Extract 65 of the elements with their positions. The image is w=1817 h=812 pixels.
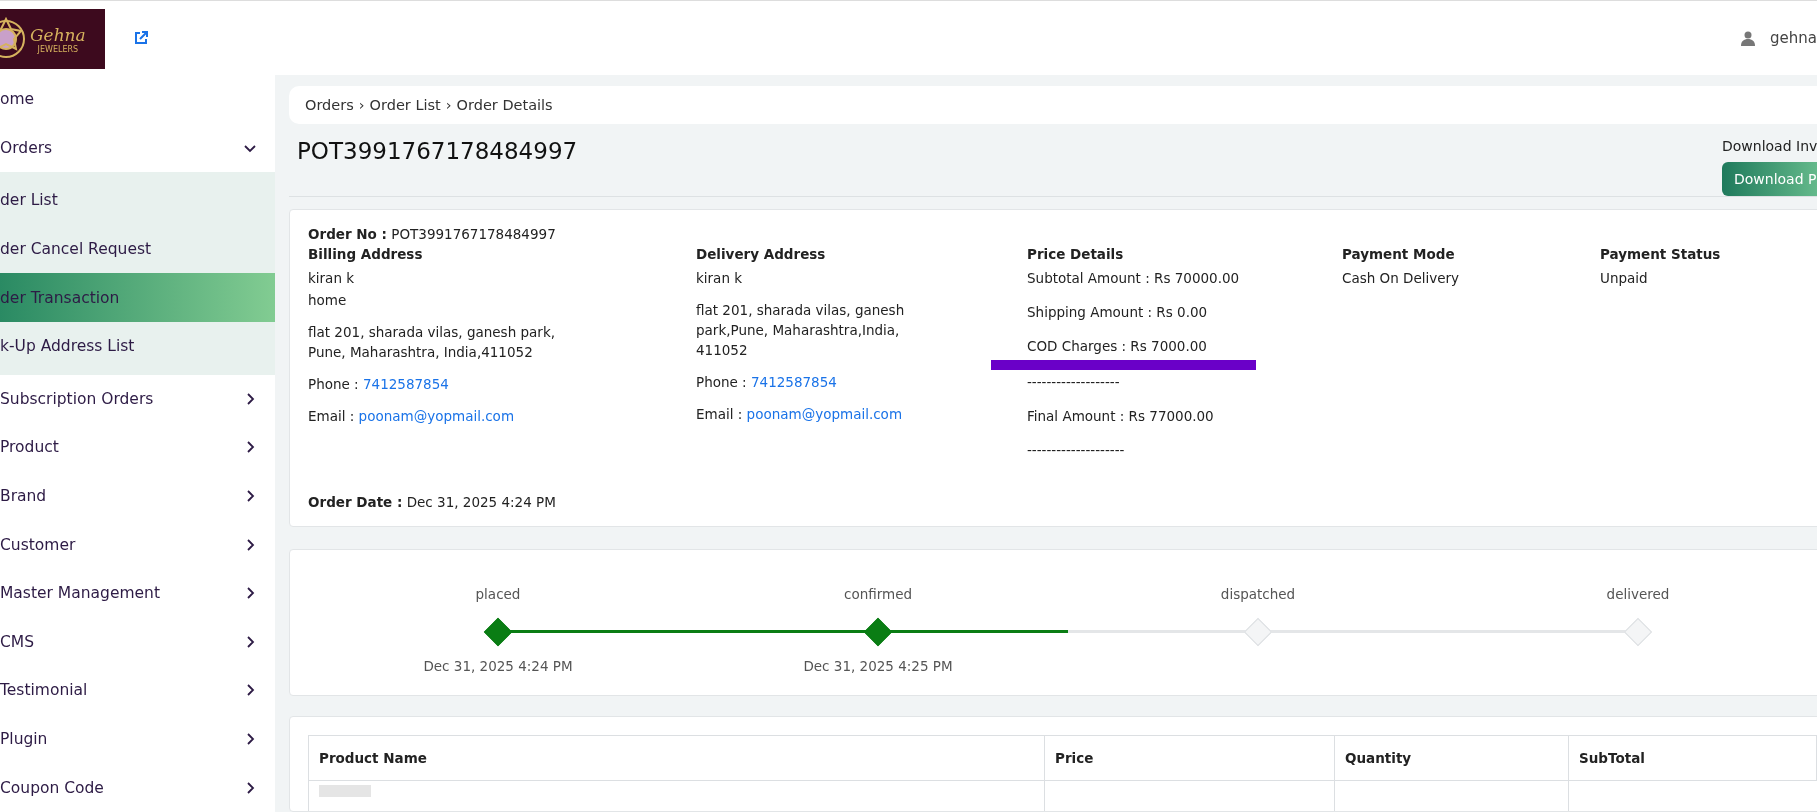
order-number: Order No : POT3991767178484997 <box>308 225 557 242</box>
phone-link[interactable]: 7412587854 <box>750 373 837 390</box>
column-header: Quantity <box>1335 736 1569 780</box>
sidebar-item[interactable]: Product <box>0 423 275 472</box>
order-title: POT3991767178484997 <box>297 137 578 164</box>
breadcrumb-separator: › <box>445 96 452 113</box>
price-line: Shipping Amount : Rs 0.00 <box>1027 303 1208 320</box>
payment-status-value: Unpaid <box>1600 268 1649 288</box>
price-line: Final Amount : Rs 77000.00 <box>1027 407 1214 424</box>
photo-placeholder <box>319 785 371 797</box>
step-label: delivered <box>1606 585 1670 602</box>
column-heading: Delivery Address <box>696 245 827 262</box>
step-label: confirmed <box>843 585 913 602</box>
brand-logo[interactable]: Gehna JEWELERS <box>0 9 105 69</box>
price-line: Subtotal Amount : Rs 70000.00 <box>1027 269 1240 286</box>
address-text: flat 201, sharada vilas, ganesh park,Pune, Maharashtra,India, 411052 <box>696 300 906 360</box>
sidebar-item[interactable]: Subscription Orders <box>0 374 275 424</box>
column-header: Price <box>1045 736 1335 780</box>
name-text: kiran k <box>308 268 356 288</box>
sidebar-item[interactable]: CMS <box>0 617 275 667</box>
download-label: Download Inv <box>1722 137 1817 154</box>
sidebar-item[interactable]: Brand <box>0 471 275 521</box>
payment-mode-value: Cash On Delivery <box>1342 268 1461 288</box>
address-text: flat 201, sharada vilas, ganesh park, Pune, Maharashtra, India,411052 <box>308 322 556 362</box>
sidebar-item[interactable]: Master Management <box>0 568 275 618</box>
price-line: COD Charges : Rs 7000.00 <box>1027 337 1207 354</box>
column-heading: Payment Mode <box>1342 245 1456 262</box>
column-header: Product Name <box>309 736 1045 780</box>
sidebar-item[interactable]: Coupon Code <box>0 763 275 812</box>
name-text: home <box>308 290 348 310</box>
column-heading: Billing Address <box>308 245 424 262</box>
sidebar-item[interactable]: Testimonial <box>0 666 275 715</box>
phone-link[interactable]: 7412587854 <box>362 375 449 392</box>
sidebar-subitem[interactable]: der Transaction <box>0 273 275 322</box>
sidebar-item[interactable]: Orders <box>0 123 275 173</box>
sidebar-item[interactable]: ome <box>0 75 275 124</box>
step-label: placed <box>475 585 521 602</box>
column-header: SubTotal <box>1569 736 1817 780</box>
sidebar-subitem[interactable]: der Cancel Request <box>0 224 275 274</box>
sidebar-item[interactable]: Customer <box>0 520 275 569</box>
phone-label: Phone : <box>696 373 748 390</box>
name-text: kiran k <box>696 268 744 288</box>
user-name[interactable]: gehna <box>1770 29 1817 47</box>
order-date: Order Date : Dec 31, 2025 4:24 PM <box>308 493 557 510</box>
price-line: -------------------- <box>1027 441 1125 458</box>
email-label: Email : <box>696 405 744 422</box>
sidebar-item[interactable]: Plugin <box>0 714 275 764</box>
sidebar-subitem[interactable]: der List <box>0 176 275 225</box>
external-link-icon[interactable] <box>133 30 149 46</box>
breadcrumb-link[interactable]: Order List <box>369 96 441 113</box>
price-line: ------------------- <box>1027 373 1120 390</box>
step-label: dispatched <box>1220 585 1296 602</box>
breadcrumb-separator: › <box>358 96 365 113</box>
email-link[interactable]: poonam@yopmail.com <box>746 405 903 422</box>
step-date: Dec 31, 2025 4:25 PM <box>803 657 953 674</box>
user-icon <box>1740 30 1757 46</box>
email-link[interactable]: poonam@yopmail.com <box>358 407 515 424</box>
breadcrumb-link[interactable]: Orders <box>305 96 354 113</box>
phone-label: Phone : <box>308 375 360 392</box>
email-label: Email : <box>308 407 356 424</box>
column-heading: Payment Status <box>1600 245 1722 262</box>
sidebar-subitem[interactable]: k-Up Address List <box>0 321 275 371</box>
breadcrumb-link[interactable]: Order Details <box>456 96 553 113</box>
step-date: Dec 31, 2025 4:24 PM <box>423 657 573 674</box>
column-heading: Price Details <box>1027 245 1125 262</box>
